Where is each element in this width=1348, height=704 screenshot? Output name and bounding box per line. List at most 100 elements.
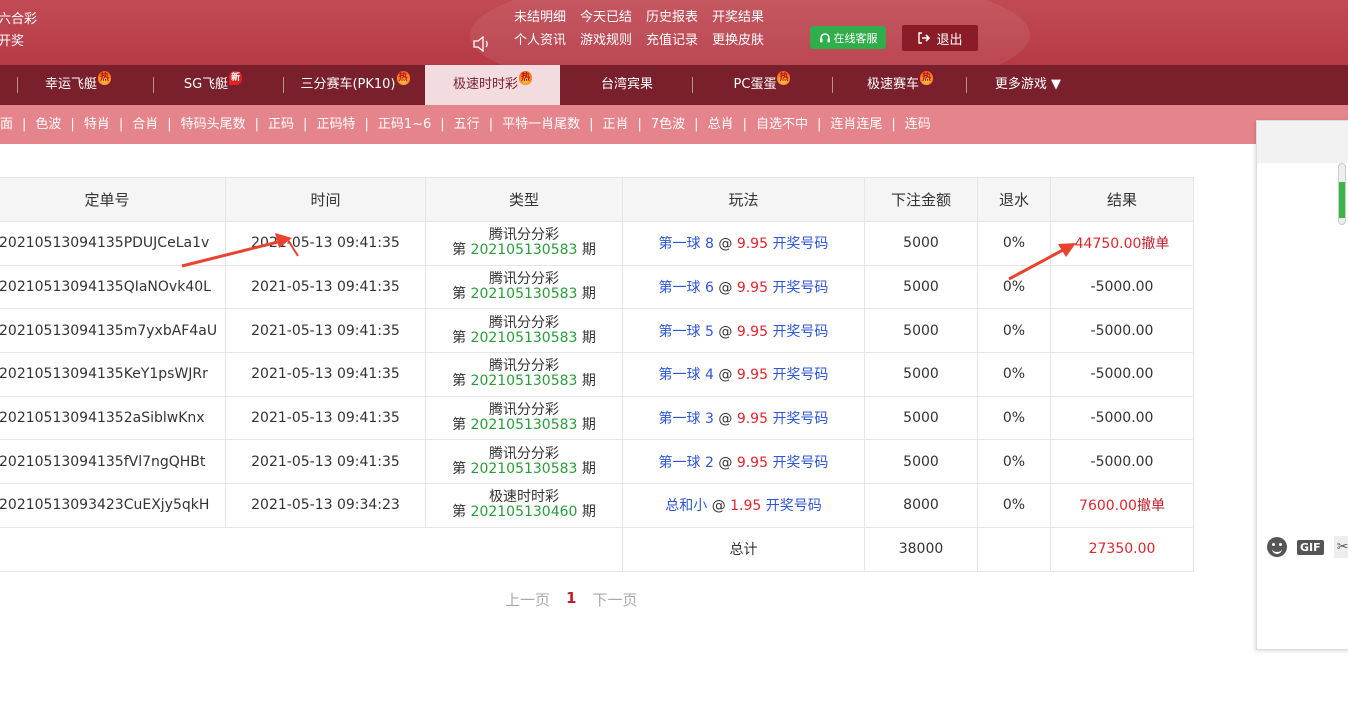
odds: 9.95 bbox=[736, 411, 768, 428]
type-cell: 腾讯分分彩第 202105130583 期 bbox=[425, 221, 623, 266]
play-name-link[interactable]: 第一球 3 bbox=[659, 411, 714, 427]
subnav-item[interactable]: 合肖 bbox=[132, 117, 158, 132]
column-header: 下注金额 bbox=[864, 177, 978, 222]
subnav-separator: | bbox=[167, 117, 172, 132]
top-link[interactable]: 开奖结果 bbox=[712, 7, 764, 30]
game-tab-label: PC蛋蛋 bbox=[733, 77, 777, 92]
subnav-item[interactable]: 特码头尾数 bbox=[181, 117, 246, 132]
subnav-item[interactable]: 连码 bbox=[905, 117, 931, 132]
bet-table-wrapper: 定单号 时间 类型 玩法 下注金额 退水 结果 20210513094135PDUJCeLa… bbox=[0, 177, 1194, 572]
draw-numbers-link[interactable]: 开奖号码 bbox=[772, 324, 828, 340]
column-header: 退水 bbox=[977, 177, 1051, 222]
top-link[interactable]: 历史报表 bbox=[646, 7, 698, 30]
subnav-item[interactable]: 连肖连尾 bbox=[830, 117, 882, 132]
subnav-item[interactable]: 五行 bbox=[454, 117, 480, 132]
issue-prefix: 第 bbox=[452, 286, 467, 303]
draw-numbers-link[interactable]: 开奖号码 bbox=[772, 367, 828, 383]
subnav-item[interactable]: 色波 bbox=[35, 117, 61, 132]
chat-tools: GIF ✂ bbox=[1267, 536, 1348, 558]
subnav-item[interactable]: 正码1~6 bbox=[378, 117, 431, 132]
subnav-item[interactable]: 正码 bbox=[268, 117, 294, 132]
subnav-item[interactable]: 正肖 bbox=[602, 117, 628, 132]
top-link[interactable]: 充值记录 bbox=[646, 30, 698, 53]
subnav-item[interactable]: 总肖 bbox=[708, 117, 734, 132]
play-name-link[interactable]: 第一球 8 bbox=[659, 236, 714, 252]
scrollbar-thumb[interactable] bbox=[1338, 163, 1346, 225]
odds: 9.95 bbox=[736, 236, 768, 253]
game-tab[interactable]: 极速赛车热 bbox=[834, 65, 966, 105]
play-name-link[interactable]: 总和小 bbox=[665, 498, 707, 514]
draw-numbers-link[interactable]: 开奖号码 bbox=[772, 236, 828, 252]
top-link[interactable]: 个人资讯 bbox=[514, 30, 566, 53]
subnav-item[interactable]: 7色波 bbox=[651, 117, 685, 132]
play-name-link[interactable]: 第一球 6 bbox=[659, 280, 714, 296]
column-header: 结果 bbox=[1050, 177, 1194, 222]
cancel-link[interactable]: 撤单 bbox=[1141, 236, 1169, 252]
result-value: 44750.00 bbox=[1074, 236, 1142, 253]
draw-numbers-link[interactable]: 开奖号码 bbox=[766, 498, 822, 514]
rebate-cell: 0% bbox=[977, 439, 1051, 485]
subnav-item[interactable]: 特肖 bbox=[84, 117, 110, 132]
type-issue: 第 202105130460 期 bbox=[426, 505, 622, 520]
game-tab-label: 台湾宾果 bbox=[600, 77, 653, 92]
issue-number: 202105130583 bbox=[470, 373, 578, 390]
next-page-link[interactable]: 下一页 bbox=[592, 589, 637, 610]
game-tab[interactable]: 幸运飞艇热 bbox=[18, 65, 138, 105]
total-row: 总计 38000 27350.00 bbox=[0, 526, 1194, 572]
top-link[interactable]: 游戏规则 bbox=[580, 30, 632, 53]
game-tab-label: 极速赛车 bbox=[866, 77, 919, 92]
hot-badge-icon: 热 bbox=[396, 71, 410, 85]
chat-scrollbar[interactable] bbox=[1337, 163, 1348, 225]
time-cell: 2021-05-13 09:41:35 bbox=[225, 221, 426, 266]
top-link[interactable]: 今天已结 bbox=[580, 7, 632, 30]
play-name-link[interactable]: 第一球 2 bbox=[659, 455, 714, 471]
hot-badge-icon: 热 bbox=[920, 71, 934, 85]
order-cell: 20210513094135KeY1psWJRr bbox=[0, 352, 226, 397]
subnav-item[interactable]: 两面 bbox=[0, 117, 13, 132]
subnav-item[interactable]: 正码特 bbox=[316, 117, 355, 132]
issue-number: 202105130583 bbox=[470, 242, 578, 259]
result-cell: -5000.00 bbox=[1050, 308, 1194, 354]
play-cell: 第一球 2 @ 9.95 开奖号码 bbox=[622, 439, 865, 485]
scissor-icon[interactable]: ✂ bbox=[1333, 536, 1348, 558]
top-link[interactable]: 更换皮肤 bbox=[712, 30, 764, 53]
game-tab[interactable]: 极速时时彩热 bbox=[425, 65, 560, 105]
play-cell: 第一球 5 @ 9.95 开奖号码 bbox=[622, 308, 865, 354]
play-name-link[interactable]: 第一球 5 bbox=[659, 324, 714, 340]
emoji-icon[interactable] bbox=[1267, 537, 1287, 557]
play-name-link[interactable]: 第一球 4 bbox=[659, 367, 714, 383]
customer-service-button[interactable]: 在线客服 bbox=[810, 26, 886, 49]
result-value: -5000.00 bbox=[1090, 410, 1154, 427]
game-tab[interactable]: PC蛋蛋热 bbox=[692, 65, 832, 105]
subnav-separator: | bbox=[118, 117, 124, 132]
logout-button[interactable]: 退出 bbox=[902, 25, 978, 51]
logout-label: 退出 bbox=[936, 32, 963, 48]
speaker-icon[interactable] bbox=[472, 35, 492, 53]
result-cell: -5000.00 bbox=[1050, 439, 1194, 485]
issue-suffix: 期 bbox=[581, 329, 596, 346]
odds: 9.95 bbox=[736, 323, 768, 340]
table-row: 202105130941352aSiblwKnx 2021-05-13 09:41… bbox=[0, 395, 1194, 441]
subnav-item[interactable]: 平特一肖尾数 bbox=[502, 117, 580, 132]
game-tab[interactable]: 更多游戏 ▼ bbox=[968, 65, 1088, 105]
subnav-item[interactable]: 自选不中 bbox=[756, 117, 808, 132]
rebate-cell: 0% bbox=[977, 308, 1051, 354]
subnav-separator: | bbox=[22, 117, 27, 132]
draw-numbers-link[interactable]: 开奖号码 bbox=[772, 411, 828, 427]
type-name: 腾讯分分彩 bbox=[489, 445, 559, 462]
game-tab[interactable]: SG飞艇新 bbox=[158, 65, 268, 105]
brand-line-2: 开奖 bbox=[0, 34, 25, 49]
order-cell: 20210513093423CuEXjy5qkH bbox=[0, 483, 226, 528]
subnav-separator: | bbox=[254, 117, 260, 132]
total-result: 27350.00 bbox=[1050, 526, 1194, 572]
game-tab[interactable]: 台湾宾果 bbox=[562, 65, 692, 105]
type-issue: 第 202105130583 期 bbox=[426, 329, 622, 346]
brand: 六合彩 开奖 bbox=[0, 9, 37, 53]
game-tab[interactable]: 三分赛车(PK10) 热 bbox=[287, 65, 423, 105]
gif-icon[interactable]: GIF bbox=[1297, 539, 1324, 555]
cancel-link[interactable]: 撤单 bbox=[1137, 498, 1165, 514]
draw-numbers-link[interactable]: 开奖号码 bbox=[772, 455, 828, 471]
draw-numbers-link[interactable]: 开奖号码 bbox=[772, 280, 828, 296]
top-link[interactable]: 未结明细 bbox=[514, 7, 566, 30]
prev-page-link[interactable]: 上一页 bbox=[505, 589, 550, 610]
